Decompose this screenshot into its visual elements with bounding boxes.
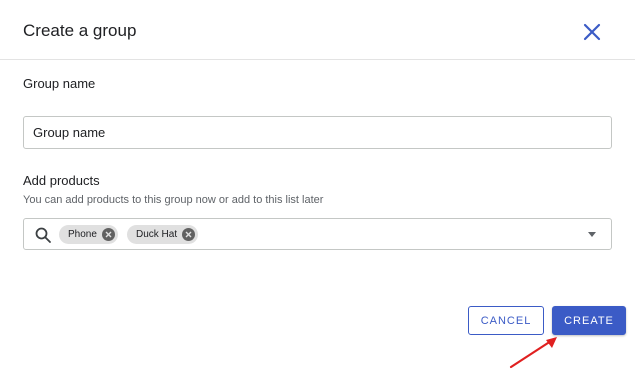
- add-products-helper-text: You can add products to this group now o…: [23, 194, 324, 206]
- annotation-arrow-icon: [509, 337, 557, 369]
- cancel-button[interactable]: CANCEL: [468, 306, 544, 335]
- add-products-label: Add products: [23, 173, 100, 188]
- cancel-circle-icon: [185, 231, 192, 238]
- close-icon: [583, 23, 601, 41]
- product-chip-duck-hat[interactable]: Duck Hat: [127, 225, 199, 244]
- create-button[interactable]: CREATE: [552, 306, 626, 335]
- chip-remove-button[interactable]: [101, 228, 115, 241]
- dialog-title: Create a group: [23, 21, 137, 40]
- search-icon: [35, 227, 51, 243]
- group-name-input[interactable]: [23, 116, 612, 149]
- product-select-field[interactable]: Phone Duck Hat: [23, 218, 612, 250]
- chip-label: Duck Hat: [136, 229, 178, 240]
- group-name-label: Group name: [23, 76, 96, 91]
- create-group-dialog: Create a group Group name Add products Y…: [0, 0, 635, 378]
- cancel-circle-icon: [105, 231, 112, 238]
- product-chip-phone[interactable]: Phone: [59, 225, 118, 244]
- chip-label: Phone: [68, 229, 97, 240]
- dialog-header: Create a group: [0, 0, 635, 60]
- chip-remove-button[interactable]: [182, 228, 196, 241]
- close-button[interactable]: [578, 18, 606, 46]
- dropdown-arrow-icon[interactable]: [588, 232, 596, 237]
